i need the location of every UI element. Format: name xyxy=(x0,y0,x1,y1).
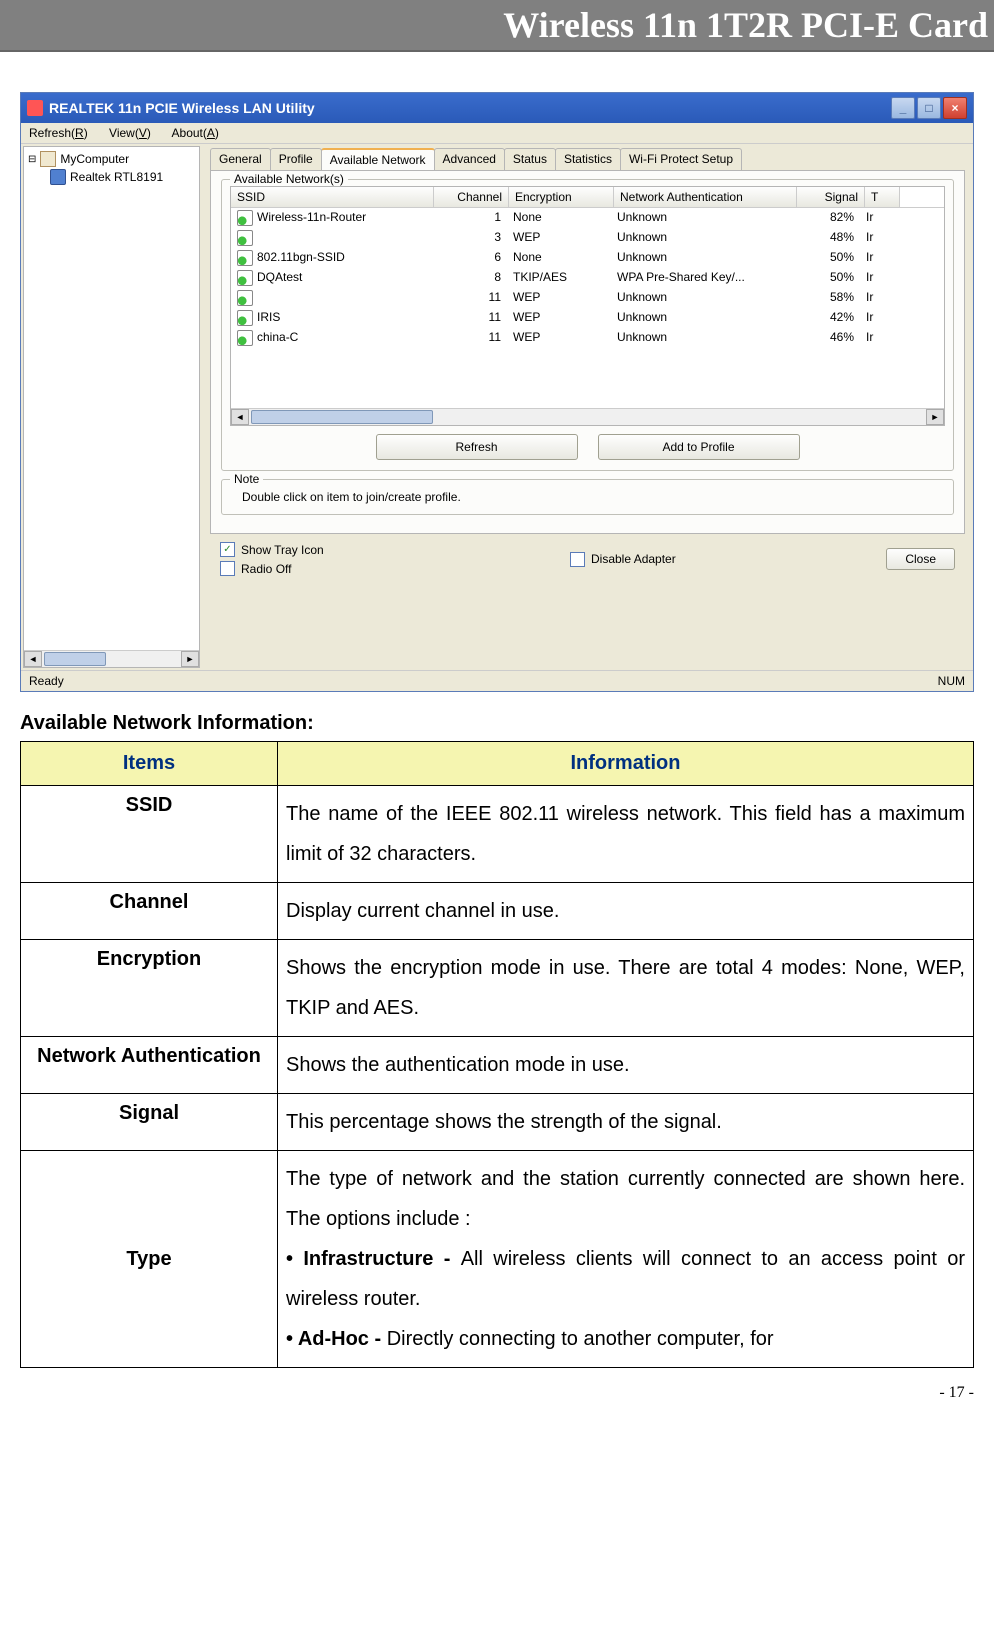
info-table: Items Information SSID The name of the I… xyxy=(20,741,974,1368)
status-text: Ready xyxy=(29,674,64,688)
scroll-left-icon[interactable]: ◄ xyxy=(231,409,249,425)
th-info: Information xyxy=(278,742,974,786)
signal-icon xyxy=(237,270,253,286)
checkbox-icon xyxy=(570,552,585,567)
col-encryption[interactable]: Encryption xyxy=(509,187,614,207)
table-row: Channel Display current channel in use. xyxy=(21,883,974,940)
refresh-button[interactable]: Refresh xyxy=(376,434,578,460)
checkbox-icon: ✓ xyxy=(220,542,235,557)
menubar: Refresh(R) View(V) About(A) xyxy=(21,123,973,144)
tab-available-network[interactable]: Available Network xyxy=(321,148,435,170)
titlebar: REALTEK 11n PCIE Wireless LAN Utility _ … xyxy=(21,93,973,123)
signal-icon xyxy=(237,230,253,246)
menu-refresh[interactable]: Refresh(R) xyxy=(29,126,88,140)
add-to-profile-button[interactable]: Add to Profile xyxy=(598,434,800,460)
network-row[interactable]: 11WEPUnknown58%Ir xyxy=(231,288,944,308)
note-text: Double click on item to join/create prof… xyxy=(242,490,945,504)
tab-advanced[interactable]: Advanced xyxy=(434,148,505,170)
computer-icon xyxy=(40,151,56,167)
signal-icon xyxy=(237,330,253,346)
checkbox-icon xyxy=(220,561,235,576)
note-label: Note xyxy=(230,472,263,486)
table-row: Encryption Shows the encryption mode in … xyxy=(21,940,974,1037)
table-row: Signal This percentage shows the strengt… xyxy=(21,1094,974,1151)
minimize-button[interactable]: _ xyxy=(891,97,915,119)
network-row[interactable]: IRIS11WEPUnknown42%Ir xyxy=(231,308,944,328)
signal-icon xyxy=(237,250,253,266)
note-group: Note Double click on item to join/create… xyxy=(221,479,954,515)
app-window: REALTEK 11n PCIE Wireless LAN Utility _ … xyxy=(20,92,974,692)
network-row[interactable]: Wireless-11n-Router1NoneUnknown82%Ir xyxy=(231,208,944,228)
tab-status[interactable]: Status xyxy=(504,148,556,170)
section-heading: Available Network Information: xyxy=(20,712,974,735)
tree-root[interactable]: ⊟ MyComputer xyxy=(28,151,195,167)
col-ssid[interactable]: SSID xyxy=(231,187,434,207)
radio-off-checkbox[interactable]: Radio Off xyxy=(220,561,560,576)
network-row[interactable]: china-C11WEPUnknown46%Ir xyxy=(231,328,944,348)
table-row: Network Authentication Shows the authent… xyxy=(21,1037,974,1094)
scroll-right-icon[interactable]: ► xyxy=(926,409,944,425)
tree-scrollbar[interactable]: ◄ ► xyxy=(24,650,199,667)
scroll-thumb[interactable] xyxy=(251,410,433,424)
page-title: Wireless 11n 1T2R PCI-E Card xyxy=(0,0,994,52)
network-row[interactable]: 3WEPUnknown48%Ir xyxy=(231,228,944,248)
signal-icon xyxy=(237,210,253,226)
signal-icon xyxy=(237,310,253,326)
network-row[interactable]: 802.11bgn-SSID6NoneUnknown50%Ir xyxy=(231,248,944,268)
col-channel[interactable]: Channel xyxy=(434,187,509,207)
scroll-right-icon[interactable]: ► xyxy=(181,651,199,667)
list-scrollbar[interactable]: ◄ ► xyxy=(231,408,944,425)
tab-wifi-protect[interactable]: Wi-Fi Protect Setup xyxy=(620,148,742,170)
window-title: REALTEK 11n PCIE Wireless LAN Utility xyxy=(49,100,315,116)
list-header: SSID Channel Encryption Network Authenti… xyxy=(231,187,944,208)
tab-general[interactable]: General xyxy=(210,148,271,170)
menu-about[interactable]: About(A) xyxy=(172,126,219,140)
network-list: SSID Channel Encryption Network Authenti… xyxy=(230,186,945,426)
status-bar: Ready NUM xyxy=(21,670,973,691)
close-button[interactable]: Close xyxy=(886,548,955,570)
col-type[interactable]: T xyxy=(865,187,900,207)
page-number: - 17 - xyxy=(0,1378,994,1412)
tab-profile[interactable]: Profile xyxy=(270,148,322,170)
signal-icon xyxy=(237,290,253,306)
close-window-button[interactable]: × xyxy=(943,97,967,119)
adapter-icon xyxy=(50,169,66,185)
tab-statistics[interactable]: Statistics xyxy=(555,148,621,170)
show-tray-checkbox[interactable]: ✓ Show Tray Icon xyxy=(220,542,560,557)
disable-adapter-checkbox[interactable]: Disable Adapter xyxy=(570,552,676,567)
menu-view[interactable]: View(V) xyxy=(109,126,151,140)
group-label: Available Network(s) xyxy=(230,172,348,186)
maximize-button[interactable]: □ xyxy=(917,97,941,119)
col-signal[interactable]: Signal xyxy=(797,187,865,207)
th-items: Items xyxy=(21,742,278,786)
network-row[interactable]: DQAtest8TKIP/AESWPA Pre-Shared Key/...50… xyxy=(231,268,944,288)
scroll-thumb[interactable] xyxy=(44,652,106,666)
status-num: NUM xyxy=(938,674,965,688)
tree-adapter[interactable]: Realtek RTL8191 xyxy=(50,169,195,185)
scroll-left-icon[interactable]: ◄ xyxy=(24,651,42,667)
device-tree: ⊟ MyComputer Realtek RTL8191 ◄ ► xyxy=(23,146,200,668)
table-row: Type The type of network and the station… xyxy=(21,1151,974,1368)
col-auth[interactable]: Network Authentication xyxy=(614,187,797,207)
table-row: SSID The name of the IEEE 802.11 wireles… xyxy=(21,786,974,883)
app-icon xyxy=(27,100,43,116)
tab-strip: General Profile Available Network Advanc… xyxy=(210,148,965,170)
available-networks-group: Available Network(s) SSID Channel Encryp… xyxy=(221,179,954,471)
